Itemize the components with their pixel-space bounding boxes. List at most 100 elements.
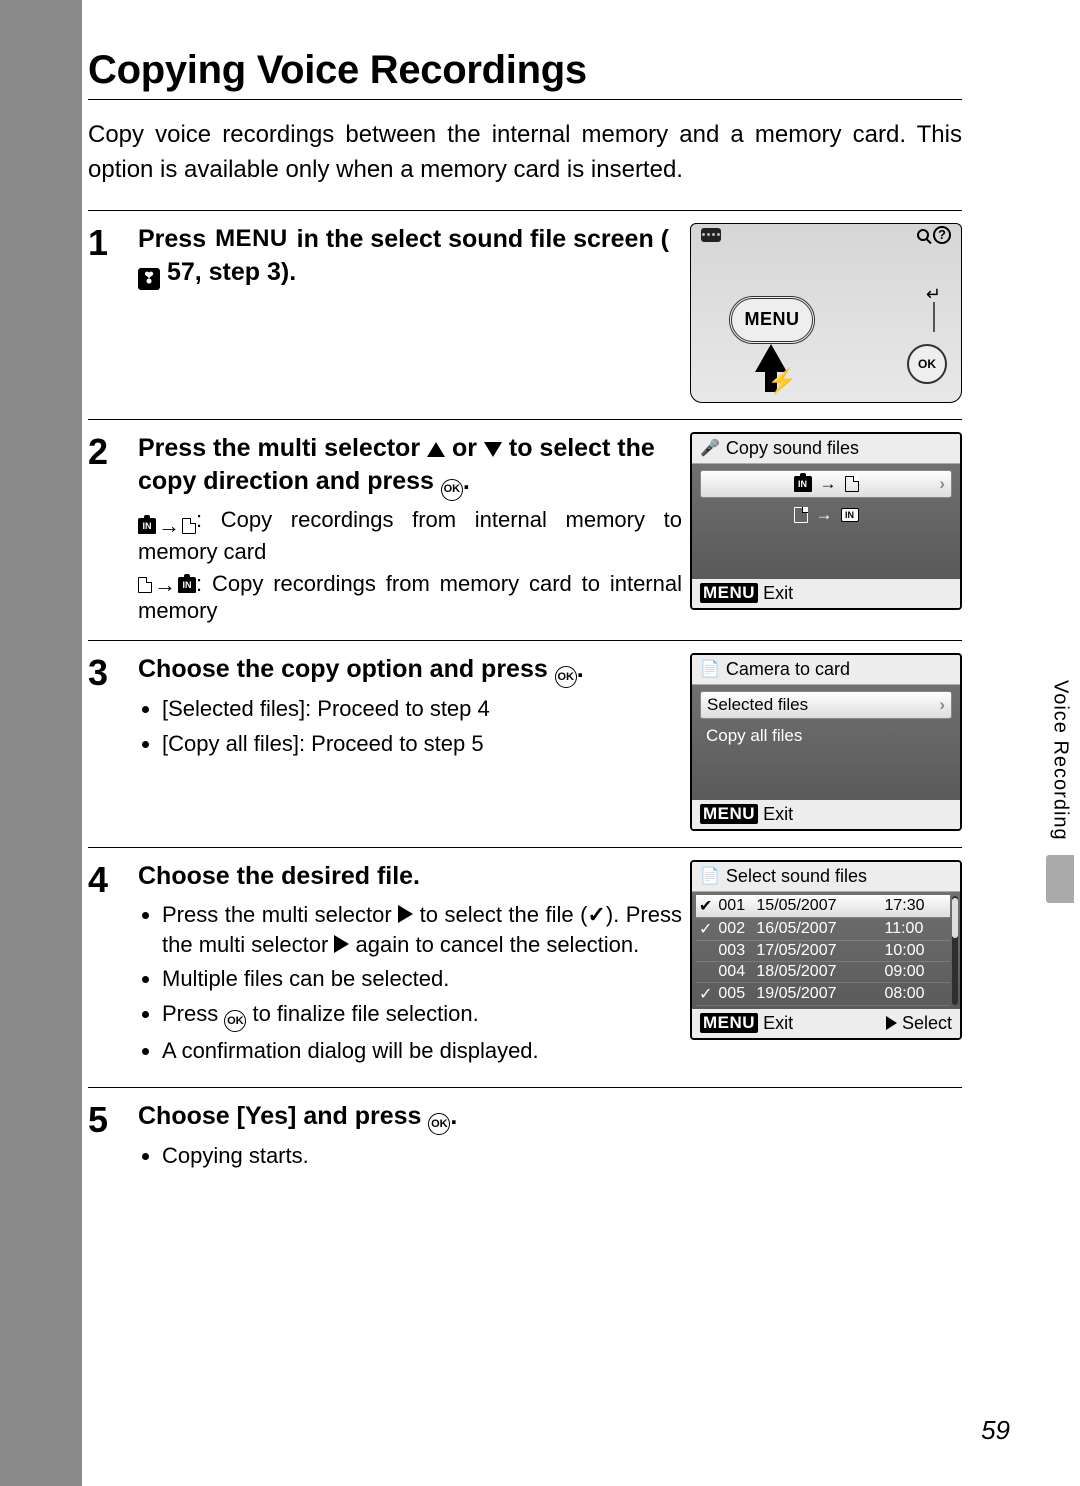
time-cell: 08:00 — [881, 982, 950, 1005]
text: Choose the copy option and press — [138, 655, 555, 683]
intro-paragraph: Copy voice recordings between the intern… — [88, 118, 962, 188]
num-cell: 004 — [715, 961, 753, 982]
page: Copying Voice Recordings Copy voice reco… — [0, 0, 1080, 1486]
text: to finalize file selection. — [246, 1001, 478, 1026]
option-copy-all-files[interactable]: Copy all files — [700, 723, 952, 749]
bullet: Copying starts. — [162, 1141, 962, 1171]
check-cell: ✔ — [696, 895, 715, 918]
option-card-to-internal[interactable]: →IN — [700, 502, 952, 528]
step-number: 4 — [88, 860, 130, 1071]
card-to-internal-icon: →IN — [138, 572, 196, 598]
step-head: Press the multi selector or to select th… — [138, 432, 682, 501]
step-bullets: [Selected files]: Proceed to step 4 [Cop… — [138, 694, 682, 759]
flash-icon: ⚡ — [767, 367, 797, 396]
table-row[interactable]: ✓00216/05/200711:00 — [696, 917, 950, 940]
text: Press the multi selector — [138, 434, 427, 462]
step-illustration: 📄 Select sound files ✔00115/05/200717:30 … — [690, 860, 962, 1071]
copy-icon: 📄 — [700, 866, 720, 886]
lcd-title: 📄 Camera to card — [692, 655, 960, 685]
num-cell: 002 — [715, 917, 753, 940]
time-cell: 09:00 — [881, 961, 950, 982]
text: . — [577, 655, 584, 683]
option-selected-files[interactable]: Selected files› — [700, 691, 952, 719]
check-cell — [696, 961, 715, 982]
copy-icon: 📄 — [700, 659, 720, 679]
bullet: Multiple files can be selected. — [162, 964, 682, 994]
triangle-up-icon — [427, 442, 445, 457]
step-number: 3 — [88, 653, 130, 831]
text: Camera to card — [726, 659, 850, 680]
step-head: Press MENU in the select sound file scre… — [138, 223, 682, 291]
bullet: Press OK to finalize file selection. — [162, 999, 682, 1033]
step-head: Choose the copy option and press OK. — [138, 653, 682, 688]
step-sub: IN→: Copy recordings from internal memor… — [138, 507, 682, 565]
table-row[interactable]: 00418/05/200709:00 — [696, 961, 950, 982]
side-tab-marker — [1046, 855, 1074, 903]
step-number: 1 — [88, 223, 130, 403]
lcd-copy-sound-files: 🎤Copy sound files IN→› →IN MENU Exit — [690, 432, 962, 610]
bullet: Press the multi selector to select the f… — [162, 900, 682, 961]
content: Copying Voice Recordings Copy voice reco… — [82, 48, 1016, 1191]
table-row[interactable]: ✓00519/05/200708:00 — [696, 982, 950, 1005]
step-illustration: ? MENU ⚡ ↵ OK — [690, 223, 962, 403]
select-label: Select — [902, 1013, 952, 1033]
lcd-body: Selected files› Copy all files — [692, 685, 960, 800]
scrollbar[interactable] — [952, 896, 958, 1005]
step-number: 2 — [88, 432, 130, 624]
page-number: 59 — [981, 1415, 1010, 1446]
text: : Copy recordings from internal memory t… — [138, 507, 682, 564]
exit-label[interactable]: Exit — [763, 583, 793, 603]
text: Copy sound files — [726, 438, 859, 459]
ok-button[interactable]: OK — [907, 344, 947, 384]
help-icon: ? — [933, 226, 951, 244]
scrollbar-thumb[interactable] — [952, 898, 958, 938]
exit-label[interactable]: Exit — [763, 804, 793, 824]
text: Press — [138, 225, 213, 253]
dpad-indicator-icon — [701, 228, 721, 242]
ok-icon: OK — [441, 479, 463, 501]
text: 57, step 3). — [160, 258, 296, 286]
text: to select the file ( — [413, 902, 587, 927]
date-cell: 17/05/2007 — [753, 940, 881, 961]
step-head: Choose the desired file. — [138, 860, 682, 894]
table-row[interactable]: 00317/05/200710:00 — [696, 940, 950, 961]
menu-word: MENU — [213, 230, 290, 248]
menu-badge: MENU — [700, 583, 758, 603]
lcd-body: ✔00115/05/200717:30 ✓00216/05/200711:00 … — [692, 892, 960, 1009]
exit-label[interactable]: Exit — [763, 1013, 793, 1033]
table-row[interactable]: ✔00115/05/200717:30 — [696, 895, 950, 918]
option-internal-to-card[interactable]: IN→› — [700, 470, 952, 498]
step-body: Choose the copy option and press OK. [Se… — [138, 653, 682, 831]
lcd-footer: MENU Exit — [692, 800, 960, 829]
step-head: Choose [Yes] and press OK. — [138, 1100, 962, 1135]
check-cell: ✓ — [696, 917, 715, 940]
text: in the select sound file screen ( — [290, 225, 669, 253]
date-cell: 16/05/2007 — [753, 917, 881, 940]
step-4: 4 Choose the desired file. Press the mul… — [88, 847, 962, 1087]
step-sub: →IN: Copy recordings from memory card to… — [138, 571, 682, 624]
num-cell: 001 — [715, 895, 753, 918]
internal-to-card-icon: IN→ — [138, 513, 196, 539]
time-cell: 10:00 — [881, 940, 950, 961]
step-3: 3 Choose the copy option and press OK. [… — [88, 640, 962, 847]
menu-button[interactable]: MENU — [729, 296, 815, 344]
num-cell: 003 — [715, 940, 753, 961]
text: Selected files — [707, 695, 808, 715]
text: Press — [162, 1001, 224, 1026]
lcd-title: 🎤Copy sound files — [692, 434, 960, 464]
zoom-help-icons: ? — [917, 226, 951, 244]
date-cell: 19/05/2007 — [753, 982, 881, 1005]
side-tab: Voice Recording — [1040, 680, 1080, 922]
text: Choose [Yes] and press — [138, 1102, 428, 1130]
lcd-footer: MENU Exit Select — [692, 1009, 960, 1038]
lcd-select-sound-files: 📄 Select sound files ✔00115/05/200717:30 … — [690, 860, 962, 1040]
select-action[interactable]: Select — [886, 1013, 952, 1034]
text: Select sound files — [726, 866, 867, 887]
triangle-right-icon — [886, 1016, 897, 1030]
ok-pad: ↵ OK — [883, 284, 947, 384]
ok-icon: OK — [428, 1113, 450, 1135]
step-bullets: Press the multi selector to select the f… — [138, 900, 682, 1067]
date-cell: 18/05/2007 — [753, 961, 881, 982]
check-cell: ✓ — [696, 982, 715, 1005]
text: Copy all files — [706, 726, 802, 746]
